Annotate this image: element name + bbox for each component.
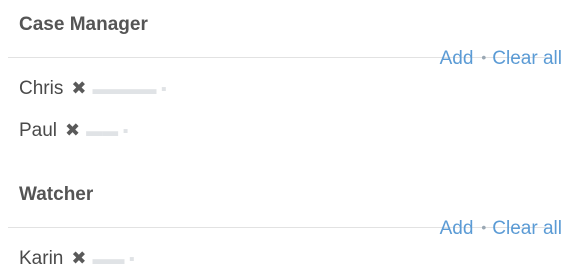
add-case-manager-link[interactable]: Add: [440, 48, 474, 69]
watcher-section: Watcher Add • Clear all Karin ✖ ▬▬ ▪: [0, 170, 565, 271]
separator-dot: •: [481, 219, 487, 235]
person-name: Paul: [19, 120, 58, 141]
person-item-chris: Chris ✖ ▬▬▬▬ ▪: [19, 79, 167, 98]
case-manager-section: Case Manager Add • Clear all Chris ✖ ▬▬▬▬ ▪ …: [0, 0, 565, 170]
case-manager-actions: Add • Clear all: [440, 49, 562, 68]
person-item-karin: Karin ✖ ▬▬ ▪: [19, 249, 135, 268]
remove-paul-icon[interactable]: ✖: [65, 121, 80, 139]
watcher-actions: Add • Clear all: [440, 219, 562, 238]
ghost-placeholder: ▬▬ ▪: [86, 123, 129, 140]
person-item-paul: Paul ✖ ▬▬ ▪: [19, 121, 128, 140]
person-name: Karin: [19, 248, 64, 269]
remove-karin-icon[interactable]: ✖: [71, 249, 86, 267]
section-title-watcher: Watcher: [19, 184, 94, 205]
ghost-placeholder: ▬▬ ▪: [92, 251, 135, 268]
separator-dot: •: [481, 49, 487, 65]
remove-chris-icon[interactable]: ✖: [71, 79, 86, 97]
section-title-case-manager: Case Manager: [19, 14, 148, 35]
ghost-placeholder: ▬▬▬▬ ▪: [92, 81, 167, 98]
add-watcher-link[interactable]: Add: [440, 218, 474, 239]
clear-all-watchers-link[interactable]: Clear all: [492, 218, 562, 239]
assignment-panel: Case Manager Add • Clear all Chris ✖ ▬▬▬▬ ▪ …: [0, 0, 565, 271]
clear-all-case-managers-link[interactable]: Clear all: [492, 48, 562, 69]
person-name: Chris: [19, 78, 64, 99]
